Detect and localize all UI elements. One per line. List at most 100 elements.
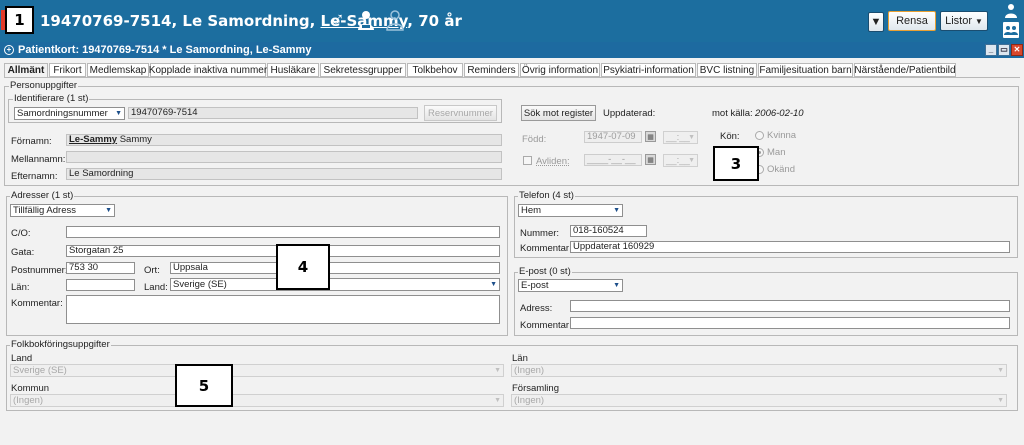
tab-bvc-listning[interactable]: BVC listning [697,63,757,77]
filter-dropdown-button[interactable]: ▼ [868,12,884,32]
gender-unknown-label: Okänd [767,164,795,175]
tab-ovrig-information[interactable]: Övrig information [520,63,600,77]
dead-time-select[interactable]: __:__ ▼ [663,154,698,167]
address-comment-field[interactable] [66,295,500,324]
phone-group-title: Telefon (4 st) [518,190,575,201]
email-comment-field[interactable] [570,317,1010,329]
registry-county-value: (Ingen) [514,365,545,376]
address-comment-label: Kommentar: [11,298,63,309]
registry-municipality-value: (Ingen) [13,395,44,406]
chevron-down-icon: ▼ [997,367,1004,374]
firstname-label: Förnamn: [11,136,52,147]
tab-huslakare[interactable]: Husläkare [267,63,319,77]
gender-male-label: Man [767,147,786,158]
identifier-group-title: Identifierare (1 st) [13,93,90,104]
phone-type-select[interactable]: Hem ▼ [518,204,623,217]
middlename-label: Mellannamn: [11,154,66,165]
users-icon[interactable] [1003,22,1019,38]
phone-type-value: Hem [521,205,542,216]
identifier-value-field[interactable]: 19470769-7514 [128,107,418,119]
card-title: Patientkort: 19470769-7514 * Le Samordni… [18,44,312,56]
born-label: Född: [522,134,547,145]
chevron-down-icon: ▼ [688,134,695,141]
identifier-type-select[interactable]: Samordningsnummer ▼ [14,107,125,120]
country-select[interactable]: Sverige (SE) ▼ [170,278,500,291]
gender-label: Kön: [720,131,740,142]
country-value: Sverige (SE) [173,279,227,290]
email-group-title: E-post (0 st) [518,266,572,277]
email-type-value: E-post [521,280,549,291]
chevron-down-icon: ▼ [494,367,501,374]
email-address-field[interactable] [570,300,1010,312]
city-field[interactable]: Uppsala [170,262,500,274]
chevron-down-icon: ▼ [115,110,122,117]
phone-number-label: Nummer: [520,228,560,239]
calendar-icon[interactable]: ▦ [645,154,656,165]
gender-female-radio[interactable] [755,131,764,140]
restore-icon[interactable]: ▭ [998,44,1010,56]
tab-familjesituation[interactable]: Familjesituation barn [758,63,853,77]
user-icon[interactable] [1004,3,1018,19]
lists-dropdown-button[interactable]: Listor ▼ [940,11,988,31]
reserve-number-button[interactable]: Reservnummer [424,105,497,121]
search-register-button[interactable]: Sök mot register [521,105,596,121]
phone-comment-field[interactable]: Uppdaterat 160929 [570,241,1010,253]
country-label: Land: [144,282,168,293]
tab-frikort[interactable]: Frikort [49,63,86,77]
email-type-select[interactable]: E-post ▼ [518,279,623,292]
registry-parish-select[interactable]: (Ingen) ▼ [511,394,1007,407]
registry-country-select[interactable]: Sverige (SE) ▼ [10,364,504,377]
dead-time-value: __:__ [666,155,690,166]
patient-surname: Le Samordning, [182,12,316,30]
address-type-select[interactable]: Tillfällig Adress ▼ [10,204,115,217]
tab-allmant[interactable]: Allmänt [4,63,48,78]
co-label: C/O: [11,228,31,239]
callout-1: 1 [5,6,34,34]
doctor-icon[interactable] [356,10,376,32]
lastname-field[interactable]: Le Samordning [66,168,502,180]
tab-baseline [4,77,1020,78]
county-field[interactable] [66,279,135,291]
callout-4: 4 [276,244,330,290]
born-time-select[interactable]: __:__ ▼ [663,131,698,144]
born-time-value: __:__ [666,132,690,143]
born-date-field[interactable]: 1947-07-09 [584,131,642,143]
person-group-title: Personuppgifter [9,80,79,91]
patient-header: 1 19470769-7514, Le Samordning, Le-Sammy… [0,0,1024,42]
gender-female-label: Kvinna [767,130,797,141]
tab-narstaende[interactable]: Närstående/Patientbild [854,63,956,77]
tab-reminders[interactable]: Reminders [464,63,519,77]
chevron-down-icon: ▼ [688,157,695,164]
address-group-title: Adresser (1 st) [10,190,75,201]
lists-label: Listor [945,15,972,27]
close-icon[interactable]: ✕ [1011,44,1023,56]
clear-button[interactable]: Rensa [888,11,936,31]
lastname-label: Efternamn: [11,171,58,182]
firstname-rest: Sammy [119,134,152,145]
chevron-down-icon: ▼ [494,397,501,404]
dead-label: Avliden: [536,156,570,167]
tab-psykiatri[interactable]: Psykiatri-information [601,63,696,77]
tab-tolkbehov[interactable]: Tolkbehov [407,63,463,77]
registry-county-select[interactable]: (Ingen) ▼ [511,364,1007,377]
phone-comment-label: Kommentar: [520,243,572,254]
tab-kopplade[interactable]: Kopplade inaktiva nummer [149,63,267,77]
registry-parish-label: Församling [512,383,559,394]
calendar-icon[interactable]: ▦ [645,131,656,142]
person-outline-icon[interactable] [385,10,405,32]
minimize-icon[interactable]: _ [985,44,997,56]
tab-sekretessgrupper[interactable]: Sekretessgrupper [320,63,406,77]
callout-3: 3 [713,146,759,181]
middlename-field[interactable] [66,151,502,163]
co-field[interactable] [66,226,500,238]
phone-number-field[interactable]: 018-160524 [570,225,647,237]
registry-municipality-select[interactable]: (Ingen) ▼ [10,394,504,407]
male-gender-icon: ♂ [330,9,345,31]
dead-date-field[interactable]: ____-__-__ [584,154,642,166]
firstname-field[interactable]: Le-Sammy Sammy [66,134,502,146]
tab-medlemskap[interactable]: Medlemskap [87,63,149,77]
dead-checkbox[interactable] [523,156,532,165]
chevron-down-icon: ▼ [105,207,112,214]
zip-field[interactable]: 753 30 [66,262,135,274]
registry-municipality-label: Kommun [11,383,50,394]
